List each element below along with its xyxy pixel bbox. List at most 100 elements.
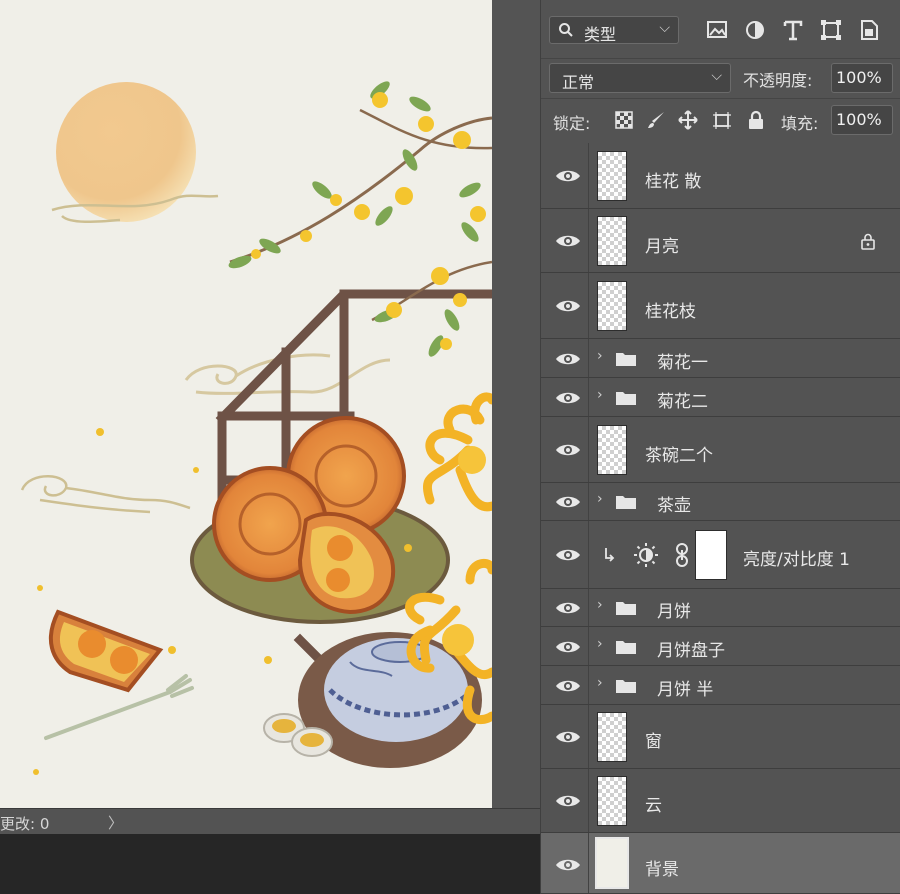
artwork: [20, 81, 492, 775]
layer-thumbnail: [595, 837, 629, 889]
filter-kind-dropdown[interactable]: 类型 ⌵: [549, 16, 679, 44]
adjustment-layer-row[interactable]: 亮度/对比度 1: [541, 521, 900, 589]
expand-arrow-icon[interactable]: ›: [597, 491, 603, 507]
layer-lock-icon: [861, 233, 875, 250]
layer-name: 窗: [645, 732, 662, 752]
brightness-contrast-icon: [634, 543, 658, 567]
link-chain-icon[interactable]: [675, 543, 689, 567]
blend-mode-value: 正常: [562, 73, 595, 92]
teapot: [324, 638, 468, 742]
layer-list: 桂花 散 月亮 桂花枝 › 菊花一 › 菊花二 茶碗二个 › 茶壶 亮度/对比度…: [541, 143, 900, 894]
image-filter-icon[interactable]: [705, 18, 729, 42]
filter-kind-label: 类型: [584, 25, 617, 44]
status-expand-arrow-icon[interactable]: 〉: [108, 812, 123, 833]
chevron-down-icon: ⌵: [711, 68, 722, 84]
document-area: 更改: 0 〉: [0, 0, 540, 894]
layer-thumbnail: [597, 281, 627, 331]
eye-icon[interactable]: [555, 298, 581, 314]
chevron-down-icon: ⌵: [659, 20, 670, 36]
eye-icon[interactable]: [555, 793, 581, 809]
folder-icon: [616, 680, 636, 693]
folder-icon: [616, 602, 636, 615]
expand-arrow-icon[interactable]: ›: [597, 597, 603, 613]
eye-icon[interactable]: [555, 729, 581, 745]
blend-mode-dropdown[interactable]: 正常 ⌵: [549, 63, 731, 93]
layer-row[interactable]: 桂花 散: [541, 143, 900, 209]
eye-icon[interactable]: [555, 857, 581, 873]
osmanthus-branch: [228, 81, 492, 357]
search-icon: [559, 23, 573, 37]
lock-artboard-icon[interactable]: [711, 109, 733, 131]
type-filter-icon[interactable]: [781, 18, 805, 42]
lock-position-icon[interactable]: [677, 109, 699, 131]
lock-row: 锁定: 填充: 100%: [541, 98, 900, 143]
expand-arrow-icon[interactable]: ›: [597, 348, 603, 364]
eye-icon[interactable]: [555, 233, 581, 249]
lock-label: 锁定:: [553, 114, 591, 133]
fill-field[interactable]: 100%: [831, 105, 893, 135]
shape-filter-icon[interactable]: [819, 18, 843, 42]
fill-label: 填充:: [781, 114, 819, 133]
eye-icon[interactable]: [555, 600, 581, 616]
document-canvas[interactable]: [0, 0, 492, 808]
expand-arrow-icon[interactable]: ›: [597, 675, 603, 691]
layer-name: 亮度/对比度 1: [743, 550, 850, 570]
blend-mode-row: 正常 ⌵ 不透明度: 100%: [541, 58, 900, 99]
layer-group-row[interactable]: › 月饼: [541, 589, 900, 627]
timeline-area: [0, 834, 540, 894]
moon: [56, 82, 196, 222]
changes-count-text: 更改: 0: [0, 815, 50, 833]
folder-icon: [616, 353, 636, 366]
eye-icon[interactable]: [555, 351, 581, 367]
layer-group-row[interactable]: › 月饼 半: [541, 666, 900, 705]
eye-icon[interactable]: [555, 390, 581, 406]
layer-group-row[interactable]: › 菊花一: [541, 339, 900, 378]
background-layer-row[interactable]: 背景: [541, 833, 900, 894]
layer-group-row[interactable]: › 月饼盘子: [541, 627, 900, 666]
group-name: 月饼: [657, 602, 691, 622]
layer-row[interactable]: 窗: [541, 705, 900, 769]
layer-group-row[interactable]: › 茶壶: [541, 483, 900, 521]
lock-all-icon[interactable]: [745, 109, 767, 131]
layer-name: 桂花枝: [645, 302, 696, 322]
layer-thumbnail: [597, 151, 627, 201]
opacity-field[interactable]: 100%: [831, 63, 893, 93]
eye-icon[interactable]: [555, 639, 581, 655]
pasteboard: [492, 0, 540, 808]
layer-row[interactable]: 月亮: [541, 209, 900, 273]
smart-object-filter-icon[interactable]: [857, 18, 881, 42]
layer-row[interactable]: 云: [541, 769, 900, 833]
folder-icon: [616, 392, 636, 405]
group-name: 菊花一: [657, 353, 708, 373]
eye-icon[interactable]: [555, 168, 581, 184]
eye-icon[interactable]: [555, 494, 581, 510]
layer-name: 月亮: [645, 237, 679, 257]
folder-icon: [616, 641, 636, 654]
folder-icon: [616, 496, 636, 509]
layer-row[interactable]: 茶碗二个: [541, 417, 900, 483]
group-name: 菊花二: [657, 392, 708, 412]
status-bar: 更改: 0 〉: [0, 808, 540, 835]
layer-thumbnail: [597, 776, 627, 826]
adjustment-filter-icon[interactable]: [743, 18, 767, 42]
lock-image-pixels-icon[interactable]: [645, 109, 667, 131]
expand-arrow-icon[interactable]: ›: [597, 387, 603, 403]
cloud-left: [20, 475, 191, 514]
group-name: 茶壶: [657, 496, 691, 516]
layers-panel: 类型 ⌵ 正常 ⌵ 不透明度: 100% 锁定: 填充: 100% 桂花 散 月…: [540, 0, 900, 894]
group-name: 月饼盘子: [657, 641, 725, 661]
layer-filter-row: 类型 ⌵: [541, 0, 900, 58]
layer-name: 背景: [645, 860, 679, 880]
layer-name: 桂花 散: [645, 172, 702, 192]
layer-name: 云: [645, 796, 662, 816]
eye-icon[interactable]: [555, 442, 581, 458]
eye-icon[interactable]: [555, 547, 581, 563]
eye-icon[interactable]: [555, 678, 581, 694]
lock-transparent-pixels-icon[interactable]: [613, 109, 635, 131]
layer-mask-thumbnail[interactable]: [695, 530, 727, 580]
layer-thumbnail: [597, 712, 627, 762]
chrysanthemum-center-2: [442, 624, 474, 656]
layer-row[interactable]: 桂花枝: [541, 273, 900, 339]
layer-group-row[interactable]: › 菊花二: [541, 378, 900, 417]
expand-arrow-icon[interactable]: ›: [597, 636, 603, 652]
